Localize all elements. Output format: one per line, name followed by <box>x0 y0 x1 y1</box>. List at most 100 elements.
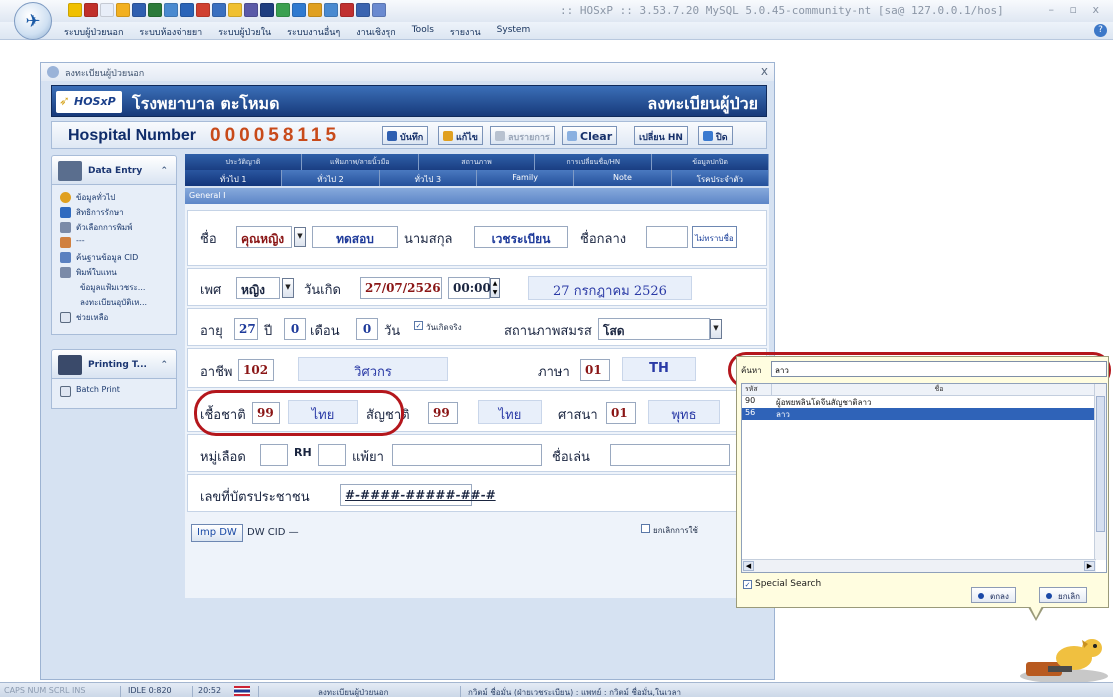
imp-dw-button[interactable]: Imp DW <box>191 524 243 542</box>
list-item-selected[interactable]: 56 ลาว <box>742 408 1106 420</box>
qa-icon-15[interactable] <box>292 3 306 17</box>
qa-icon-4[interactable] <box>116 3 130 17</box>
tab-relatives[interactable]: ประวัติญาติ <box>185 154 302 170</box>
qa-icon-13[interactable] <box>260 3 274 17</box>
menu-pharmacy[interactable]: ระบบห้องจ่ายยา <box>139 25 202 39</box>
nickname-field[interactable] <box>610 444 730 466</box>
printing-header[interactable]: Printing T... ⌃ <box>51 349 177 379</box>
religion-code-field[interactable]: 01 <box>606 402 636 424</box>
birth-time-field[interactable]: 00:00 <box>448 277 491 299</box>
scroll-thumb[interactable] <box>1096 396 1105 532</box>
sidebar-item-cid-search[interactable]: ค้นฐานข้อมูล CID <box>60 251 172 266</box>
scroll-right-icon[interactable]: ▶ <box>1084 561 1095 571</box>
qa-icon-7[interactable] <box>164 3 178 17</box>
age-days-field[interactable]: 0 <box>356 318 378 340</box>
sidebar-item-print-options[interactable]: ตัวเลือกการพิมพ์ <box>60 221 172 236</box>
tab-status[interactable]: สถานภาพ <box>418 154 536 170</box>
horizontal-scrollbar[interactable]: ◀ ▶ <box>742 559 1096 572</box>
qa-icon-9[interactable] <box>196 3 210 17</box>
window-controls[interactable]: – ▫ x <box>1049 3 1105 16</box>
sex-select[interactable]: หญิง <box>236 277 280 299</box>
qa-icon-20[interactable] <box>372 3 386 17</box>
collapse-icon[interactable]: ⌃ <box>160 166 168 176</box>
vertical-scrollbar[interactable] <box>1094 384 1106 560</box>
sidebar-item-separator[interactable]: --- <box>60 236 172 251</box>
sidebar-item-reprint[interactable]: พิมพ์ใบแทน <box>60 266 172 281</box>
menu-outpatient[interactable]: ระบบผู้ป่วยนอก <box>64 25 123 39</box>
menu-other[interactable]: ระบบงานอื่นๆ <box>287 25 340 39</box>
nationality-code-field[interactable]: 99 <box>428 402 458 424</box>
sidebar-item-batch-print[interactable]: Batch Print <box>60 385 172 400</box>
menu-system[interactable]: System <box>497 25 531 39</box>
age-years-field[interactable]: 27 <box>234 318 258 340</box>
language-code-field[interactable]: 01 <box>580 359 610 381</box>
qa-icon-2[interactable] <box>84 3 98 17</box>
special-search-checkbox[interactable]: ✓ <box>743 580 752 589</box>
tab-general-2[interactable]: ทั่วไป 2 <box>282 170 380 186</box>
menu-tools[interactable]: Tools <box>412 25 434 39</box>
clear-button[interactable]: Clear <box>562 126 618 145</box>
prefix-dropdown-icon[interactable]: ▼ <box>294 227 306 247</box>
tab-photos[interactable]: แฟ้มภาพ/ลายนิ้วมือ <box>301 154 419 170</box>
allergy-field[interactable] <box>392 444 542 466</box>
close-icon[interactable]: x <box>761 64 768 78</box>
qa-icon-5[interactable] <box>132 3 146 17</box>
qa-icon-11[interactable] <box>228 3 242 17</box>
delete-button[interactable]: ลบรายการ <box>490 126 555 145</box>
collapse-icon-2[interactable]: ⌃ <box>160 360 168 370</box>
sidebar-item-medical-record[interactable]: ข้อมูลแฟ้มเวชระ... <box>60 281 172 296</box>
menu-inpatient[interactable]: ระบบผู้ป่วยใน <box>218 25 271 39</box>
sidebar-item-general[interactable]: ข้อมูลทั่วไป <box>60 191 172 206</box>
scroll-left-icon[interactable]: ◀ <box>743 561 754 571</box>
list-item[interactable]: 90 ผู้อพยพลินโดจีนสัญชาติลาว <box>742 396 1106 408</box>
real-birth-checkbox[interactable]: ✓ <box>414 321 423 330</box>
qa-icon-16[interactable] <box>308 3 322 17</box>
unknown-name-button[interactable]: ไม่ทราบชื่อ <box>692 226 737 248</box>
menu-proactive[interactable]: งานเชิงรุก <box>356 25 395 39</box>
rh-field[interactable] <box>318 444 346 466</box>
data-entry-header[interactable]: Data Entry ⌃ <box>51 155 177 185</box>
sidebar-item-help[interactable]: ช่วยเหลือ <box>60 311 172 326</box>
middle-name-field[interactable] <box>646 226 688 248</box>
sidebar-item-rights[interactable]: สิทธิการรักษา <box>60 206 172 221</box>
special-search-option[interactable]: ✓ Special Search <box>743 579 821 589</box>
blood-group-field[interactable] <box>260 444 288 466</box>
marital-select[interactable]: โสด <box>598 318 710 340</box>
qa-icon-12[interactable] <box>244 3 258 17</box>
qa-icon-8[interactable] <box>180 3 194 17</box>
tab-general-3[interactable]: ทั่วไป 3 <box>379 170 477 186</box>
ok-button[interactable]: ตกลง <box>971 587 1016 603</box>
sex-dropdown-icon[interactable]: ▼ <box>282 278 294 298</box>
tab-general-1[interactable]: ทั่วไป 1 <box>185 170 283 186</box>
marital-dropdown-icon[interactable]: ▼ <box>710 319 722 339</box>
time-spinner-icon[interactable]: ▲ ▼ <box>490 278 500 298</box>
tab-name-change[interactable]: การเปลี่ยนชื่อ/HN <box>535 154 653 170</box>
qa-icon-19[interactable] <box>356 3 370 17</box>
language-flag-icon[interactable] <box>234 686 250 696</box>
column-name[interactable]: ชื่อ <box>772 384 1106 395</box>
qa-icon-1[interactable] <box>68 3 82 17</box>
occupation-code-field[interactable]: 102 <box>238 359 274 381</box>
qa-icon-14[interactable] <box>276 3 290 17</box>
tab-family[interactable]: Family <box>476 170 575 186</box>
tab-note[interactable]: Note <box>574 170 672 186</box>
age-months-field[interactable]: 0 <box>284 318 306 340</box>
qa-icon-17[interactable] <box>324 3 338 17</box>
app-orb-button[interactable]: ✈ <box>14 2 52 40</box>
search-input[interactable]: ลาว <box>771 361 1107 377</box>
edit-button[interactable]: แก้ไข <box>438 126 483 145</box>
qa-icon-3[interactable] <box>100 3 114 17</box>
qa-icon-18[interactable] <box>340 3 354 17</box>
qa-icon-10[interactable] <box>212 3 226 17</box>
cancel-use-checkbox[interactable] <box>641 524 650 533</box>
qa-icon-6[interactable] <box>148 3 162 17</box>
cancel-button[interactable]: ยกเลิก <box>1039 587 1088 603</box>
cid-field[interactable]: #-####-#####-##-# <box>340 484 496 506</box>
birth-date-field[interactable]: 27/07/2526 <box>360 277 442 299</box>
save-button[interactable]: บันทึก <box>382 126 429 145</box>
close-button[interactable]: ปิด <box>698 126 733 145</box>
tab-hidden-info[interactable]: ข้อมูลปกปิด <box>652 154 769 170</box>
first-name-field[interactable]: ทดสอบ <box>312 226 398 248</box>
menu-reports[interactable]: รายงาน <box>450 25 481 39</box>
sidebar-item-accident[interactable]: ลงทะเบียนอุบัติเห... <box>60 296 172 311</box>
